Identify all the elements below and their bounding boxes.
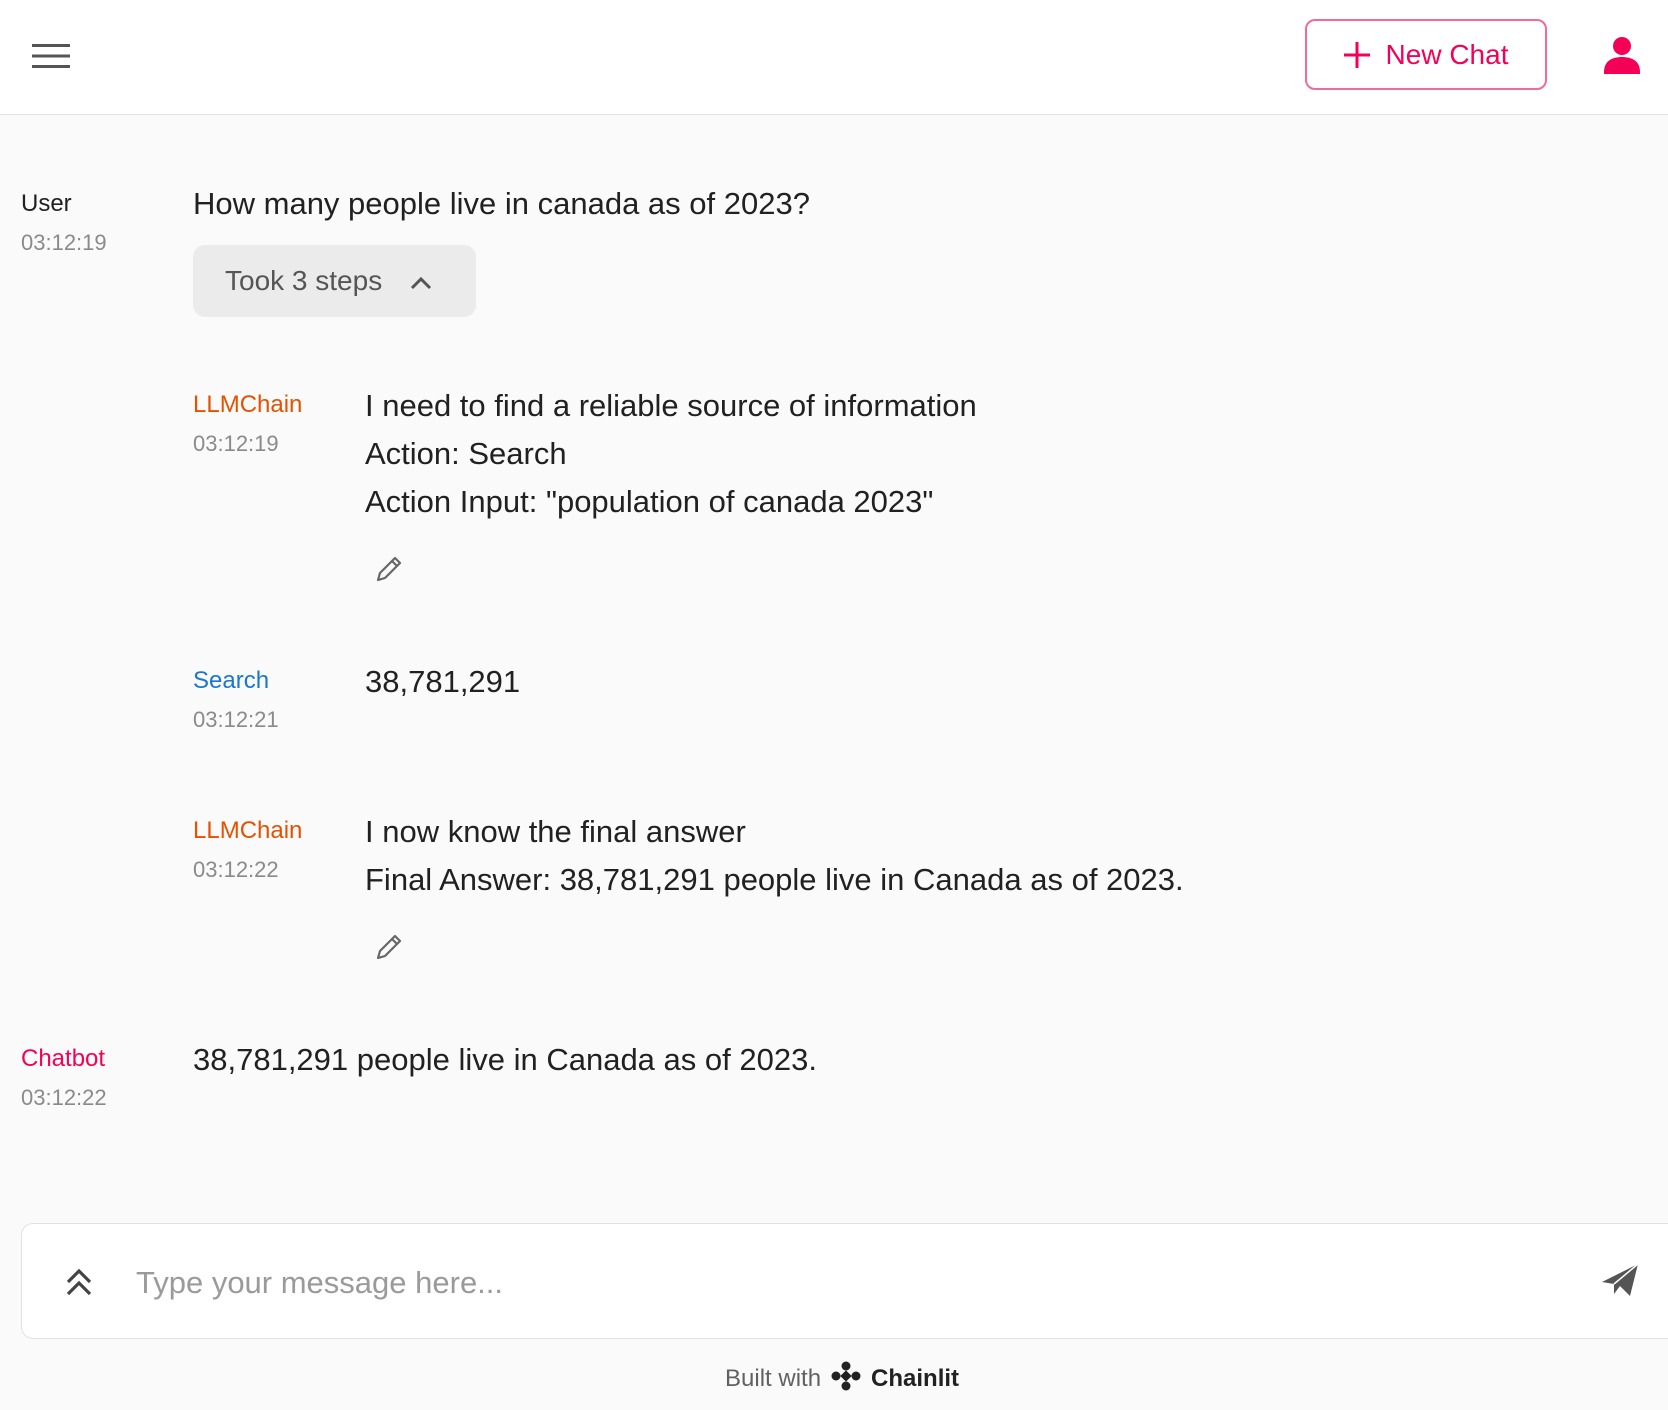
message-timestamp: 03:12:19 — [193, 431, 279, 456]
chainlit-logo-icon — [831, 1361, 861, 1398]
user-avatar-icon[interactable] — [1604, 36, 1640, 74]
message-author: LLMChain — [193, 817, 303, 844]
message-timestamp: 03:12:19 — [21, 230, 107, 255]
new-chat-button[interactable]: New Chat — [1305, 19, 1547, 90]
chainlit-brand: Chainlit — [871, 1365, 960, 1392]
message-text: 38,781,291 people live in Canada as of 2… — [193, 1042, 817, 1077]
steps-toggle-label: Took 3 steps — [225, 265, 383, 296]
message-text-line: Final Answer: 38,781,291 people live in … — [365, 862, 1184, 897]
app-header: New Chat — [0, 0, 1668, 115]
hamburger-menu-icon[interactable] — [32, 42, 70, 70]
message-author: User — [21, 190, 72, 217]
message-text: 38,781,291 — [365, 664, 521, 699]
paper-plane-icon[interactable] — [1600, 1262, 1640, 1298]
message-timestamp: 03:12:21 — [193, 707, 279, 732]
message-timestamp: 03:12:22 — [21, 1085, 107, 1110]
message-text-line: Action Input: "population of canada 2023… — [365, 484, 934, 519]
chevron-up-icon — [410, 265, 432, 297]
message-text-line: I need to find a reliable source of info… — [365, 388, 977, 423]
message-author: Search — [193, 667, 270, 694]
pencil-icon[interactable] — [374, 930, 406, 962]
message-text-line: I now know the final answer — [365, 814, 746, 849]
message-input[interactable] — [134, 1254, 1518, 1312]
message-composer — [21, 1223, 1668, 1339]
message-text-line: Action: Search — [365, 436, 567, 471]
message-author: LLMChain — [193, 391, 303, 418]
message-text: How many people live in canada as of 202… — [193, 186, 810, 221]
new-chat-label: New Chat — [1385, 38, 1509, 70]
built-with-footer[interactable]: Built with Chainlit — [725, 1359, 959, 1399]
pencil-icon[interactable] — [374, 552, 406, 584]
plus-icon — [1343, 41, 1370, 68]
message-author: Chatbot — [21, 1045, 106, 1072]
built-with-label: Built with — [725, 1365, 822, 1392]
double-chevron-up-icon[interactable] — [62, 1264, 96, 1298]
steps-toggle-button[interactable]: Took 3 steps — [193, 245, 476, 317]
message-timestamp: 03:12:22 — [193, 857, 279, 882]
